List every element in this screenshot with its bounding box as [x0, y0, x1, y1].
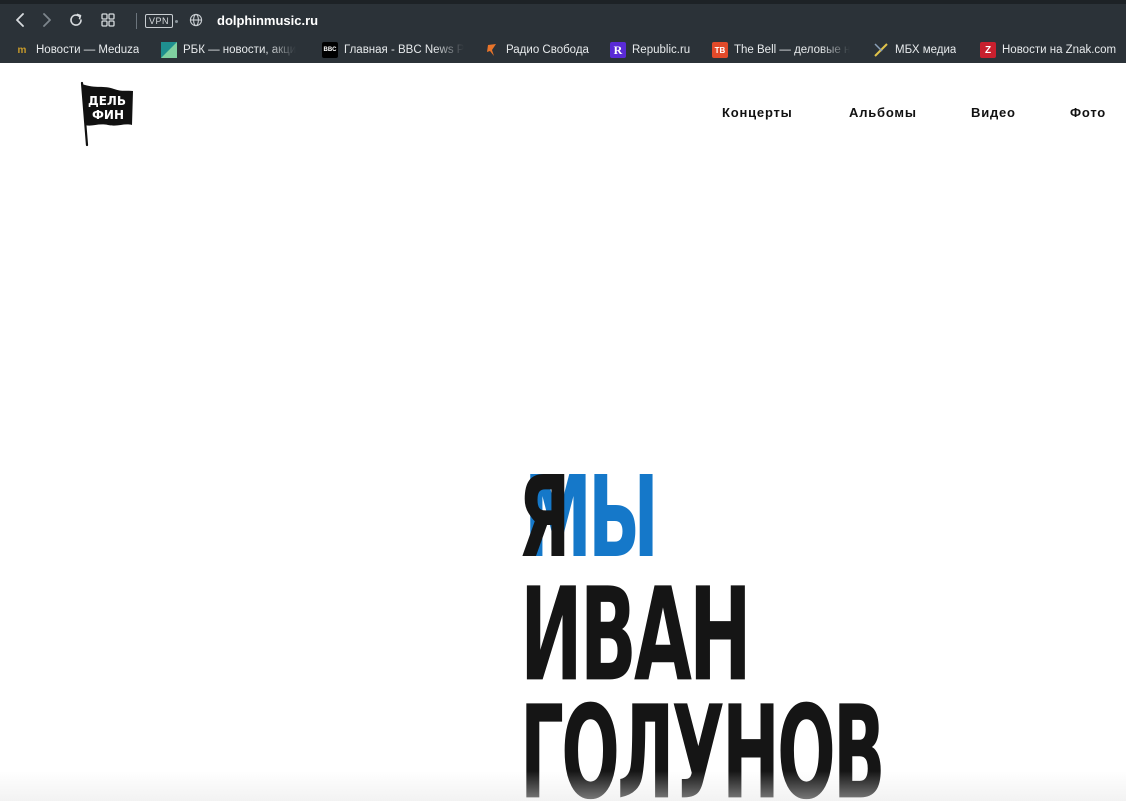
svoboda-icon	[484, 42, 500, 58]
republic-icon: R	[610, 42, 626, 58]
main-nav: Концерты Альбомы Видео Фото	[0, 104, 1126, 124]
tabs-grid-icon[interactable]	[98, 10, 118, 30]
bookmark-znak[interactable]: Z Новости на Znak.com	[980, 42, 1126, 58]
bookmark-label: МБХ медиа	[895, 44, 957, 56]
znak-icon: Z	[980, 42, 996, 58]
nav-concerts[interactable]: Концерты	[722, 104, 793, 122]
globe-icon	[186, 10, 206, 30]
bookmark-meduza[interactable]: m Новости — Meduza	[14, 42, 149, 58]
hero-typography: МЫ Я ИВАН ГОЛУНОВ	[516, 461, 936, 801]
bookmark-label: РБК — новости, акци	[183, 44, 297, 56]
bookmark-rbc[interactable]: РБК — новости, акци	[161, 42, 307, 58]
vpn-status-dot	[175, 20, 178, 23]
bookmark-label: Новости — Meduza	[36, 44, 140, 56]
bookmark-svoboda[interactable]: Радио Свобода	[484, 42, 599, 58]
browser-toolbar: VPN dolphinmusic.ru	[0, 4, 1126, 38]
hero-word-ya: Я	[518, 451, 571, 583]
nav-video[interactable]: Видео	[971, 104, 1016, 122]
forward-icon[interactable]	[36, 10, 56, 30]
bookmark-republic[interactable]: R Republic.ru	[610, 42, 705, 58]
bbc-icon: BBC	[322, 42, 338, 58]
rbc-icon	[161, 42, 177, 58]
toolbar-separator	[136, 13, 137, 29]
bookmark-mbh[interactable]: МБХ медиа	[873, 42, 965, 58]
mbh-icon	[873, 42, 889, 58]
bookmark-label: Republic.ru	[632, 44, 691, 56]
bookmark-thebell[interactable]: TB The Bell — деловые н	[712, 42, 858, 58]
address-bar-url[interactable]: dolphinmusic.ru	[217, 13, 318, 29]
browser-chrome: VPN dolphinmusic.ru m Новости — Meduza Р…	[0, 0, 1126, 63]
thebell-icon: TB	[712, 42, 728, 58]
bookmarks-bar: m Новости — Meduza РБК — новости, акци B…	[0, 38, 1126, 63]
nav-albums[interactable]: Альбомы	[849, 104, 917, 122]
bookmark-label: Радио Свобода	[506, 44, 589, 56]
page-content: ДЕЛЬ ФИН Концерты Альбомы Видео Фото МЫ …	[0, 63, 1126, 801]
bookmark-label: Главная - BBC News Р	[344, 44, 465, 56]
bookmark-label: The Bell — деловые н	[734, 44, 851, 56]
nav-photo[interactable]: Фото	[1070, 104, 1106, 122]
vpn-badge[interactable]: VPN	[145, 14, 174, 28]
back-icon[interactable]	[11, 10, 31, 30]
bottom-shade	[0, 771, 1126, 801]
bookmark-label: Новости на Znak.com	[1002, 44, 1117, 56]
reload-icon[interactable]	[66, 10, 86, 30]
bookmark-bbc[interactable]: BBC Главная - BBC News Р	[322, 42, 468, 58]
meduza-icon: m	[14, 42, 30, 58]
